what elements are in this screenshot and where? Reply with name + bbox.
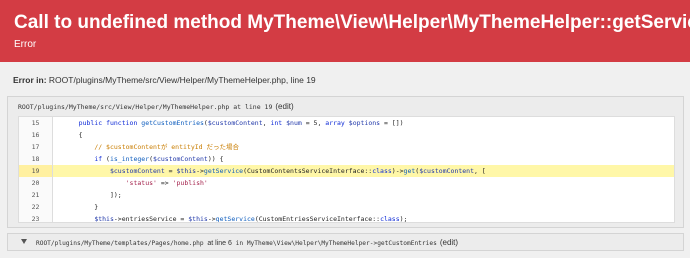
error-type: Error <box>14 39 37 50</box>
line-number: 19 <box>19 165 53 177</box>
code-text: public function getCustomEntries($custom… <box>78 119 404 127</box>
code-line: 17 // $customContentが entityId だった場合 <box>19 141 674 153</box>
code-excerpt: 15 public function getCustomEntries($cus… <box>18 116 675 223</box>
error-location: Error in: ROOT/plugins/MyTheme/src/View/… <box>13 75 316 85</box>
code-text: // $customContentが entityId だった場合 <box>94 143 239 151</box>
code-text: ]); <box>63 191 122 199</box>
error-location-path: ROOT/plugins/MyTheme/src/View/Helper/MyT… <box>48 75 316 85</box>
error-title: Call to undefined method MyTheme\View\He… <box>14 12 690 33</box>
code-text: 'status' => 'publish' <box>125 179 208 187</box>
line-number: 22 <box>19 201 53 213</box>
line-number: 20 <box>19 177 53 189</box>
code-text: $customContent = $this->getService(Custo… <box>109 167 486 175</box>
code-line: 23 $this->entriesService = $this->getSer… <box>19 213 674 223</box>
error-header: Call to undefined method MyTheme\View\He… <box>0 0 690 62</box>
expand-triangle-icon[interactable] <box>21 239 27 244</box>
code-line: 22 } <box>19 201 674 213</box>
line-number: 18 <box>19 153 53 165</box>
code-text: { <box>63 131 83 139</box>
line-number: 17 <box>19 141 53 153</box>
code-text: } <box>63 203 99 211</box>
error-location-label: Error in: <box>13 75 47 85</box>
stack-frame-path: ROOT/plugins/MyTheme/src/View/Helper/MyT… <box>18 102 294 111</box>
line-number: 16 <box>19 129 53 141</box>
stack-frame-active: ROOT/plugins/MyTheme/src/View/Helper/MyT… <box>7 96 684 228</box>
code-line: 21 ]); <box>19 189 674 201</box>
line-number: 15 <box>19 117 53 129</box>
code-text: $this->entriesService = $this->getServic… <box>94 215 408 223</box>
edit-link[interactable]: (edit) <box>440 238 458 247</box>
code-line: 20 'status' => 'publish' <box>19 177 674 189</box>
code-line: 16 { <box>19 129 674 141</box>
stack-frame-collapsed[interactable]: ROOT/plugins/MyTheme/templates/Pages/hom… <box>7 233 684 251</box>
code-text: if (is_integer($customContent)) { <box>94 155 224 163</box>
line-number: 21 <box>19 189 53 201</box>
code-line: 18 if (is_integer($customContent)) { <box>19 153 674 165</box>
code-line: 15 public function getCustomEntries($cus… <box>19 117 674 129</box>
stack-frame-summary: ROOT/plugins/MyTheme/templates/Pages/hom… <box>36 238 459 247</box>
edit-link[interactable]: (edit) <box>275 102 293 111</box>
line-number: 23 <box>19 213 53 222</box>
code-line: 19 $customContent = $this->getService(Cu… <box>19 165 674 177</box>
